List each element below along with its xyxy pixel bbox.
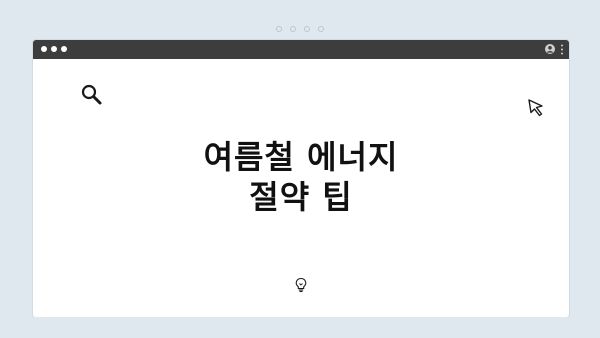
window-content: 여름철 에너지 절약 팁 [33,59,569,317]
search-icon [81,84,102,105]
cursor-icon [528,99,543,117]
page-title-line1: 여름철 에너지 [203,138,399,176]
pager [0,26,600,32]
page-title: 여름철 에너지 절약 팁 [33,137,569,217]
window-control-dot[interactable] [61,46,67,52]
bulb-icon [295,277,307,293]
page-title-line2: 절약 팁 [249,178,353,216]
page-dot-icon[interactable] [276,26,282,32]
page-dot-icon[interactable] [318,26,324,32]
browser-window: 여름철 에너지 절약 팁 [33,40,569,317]
user-icon[interactable] [545,44,555,54]
window-titlebar [33,40,569,59]
kebab-menu-icon[interactable] [560,44,564,55]
page-dot-icon[interactable] [304,26,310,32]
page-dot-icon[interactable] [290,26,296,32]
window-control-dot[interactable] [41,46,47,52]
window-control-dot[interactable] [51,46,57,52]
window-controls [41,46,67,52]
page-background: 여름철 에너지 절약 팁 [0,0,600,338]
window-bottom-edge [33,317,569,321]
